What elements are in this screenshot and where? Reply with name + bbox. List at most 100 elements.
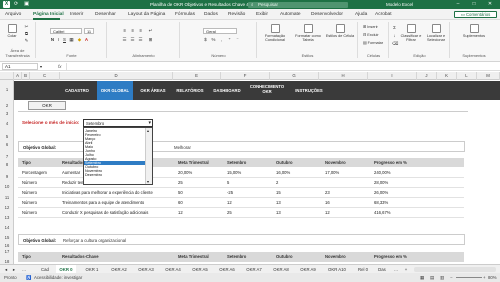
zoom-level[interactable]: 80% (488, 273, 497, 282)
cell-outubro[interactable]: 15 (276, 188, 281, 198)
cell-setembro[interactable]: 15,00% (227, 168, 241, 178)
clear-icon[interactable]: ⌫ (392, 41, 398, 46)
cell-meta[interactable]: 50 (178, 188, 183, 198)
cell-meta[interactable]: 12 (178, 208, 183, 218)
delete-cells-button[interactable]: ⊟ Excluir (363, 32, 385, 37)
menu-page-layout[interactable]: Layout da Página (128, 12, 165, 17)
month-dropdown-list[interactable]: Janeiro Fevereiro Março Abril Maio Junho… (83, 127, 153, 185)
cell-outubro[interactable]: 16,00% (276, 168, 290, 178)
autosum-icon[interactable]: Σ (392, 25, 397, 30)
cell-styles-button[interactable]: Estilos de Célula (324, 24, 356, 38)
nav-okr-areas[interactable]: OKR ÁREAS (136, 88, 170, 93)
cell-meta[interactable]: 60 (178, 198, 183, 208)
namebox-dropdown-icon[interactable]: ▾ (40, 64, 42, 69)
select-all-corner[interactable] (0, 72, 14, 80)
row-header[interactable]: 11 (0, 195, 14, 200)
paste-button[interactable]: Colar (4, 24, 20, 38)
cell-setembro[interactable]: -25 (227, 188, 233, 198)
column-header-g[interactable]: G (270, 72, 319, 80)
align-bottom-icon[interactable]: ≡ (138, 28, 143, 33)
align-right-icon[interactable]: ☰ (138, 37, 143, 42)
cell-tipo[interactable]: Número (22, 198, 37, 208)
align-top-icon[interactable]: ≡ (122, 28, 127, 33)
nav-conhecimento-okr[interactable]: CONHECIMENTO OKR (246, 84, 288, 94)
borders-icon[interactable]: ▦ (69, 37, 74, 42)
row-header[interactable]: 1 (0, 87, 14, 92)
sort-filter-button[interactable]: Classificar e Filtrar (399, 24, 423, 42)
column-header-f[interactable]: F (221, 72, 270, 80)
underline-icon[interactable]: S (62, 37, 67, 42)
accessibility-icon[interactable]: ♿ (26, 273, 31, 282)
column-header-i[interactable]: I (368, 72, 417, 80)
format-cells-button[interactable]: ▤ Formatar (363, 40, 387, 45)
fill-color-icon[interactable]: ◆ (77, 37, 82, 42)
format-painter-icon[interactable]: ✎ (24, 38, 29, 43)
menu-file[interactable]: Arquivo (5, 12, 21, 17)
row-header[interactable]: 15 (0, 235, 14, 240)
column-header-h[interactable]: H (319, 72, 368, 80)
name-box[interactable]: A1 (2, 63, 38, 70)
align-middle-icon[interactable]: ≡ (130, 28, 135, 33)
cell-resultado[interactable]: Aumentar (62, 168, 80, 178)
format-as-table-button[interactable]: Formatar como Tabela (291, 24, 325, 42)
row-header[interactable]: 7 (0, 154, 14, 159)
cell-setembro[interactable]: 5 (227, 178, 229, 188)
formula-input[interactable] (66, 63, 496, 70)
nav-dashboard[interactable]: DASHBOARD (210, 88, 244, 93)
menu-review[interactable]: Revisão (228, 12, 245, 17)
objective-value[interactable]: Melhorar (174, 145, 191, 150)
decrease-decimal-icon[interactable]: ⁻ (235, 37, 240, 42)
font-color-icon[interactable]: A (84, 37, 89, 42)
cell-tipo[interactable]: Número (22, 178, 37, 188)
wrap-text-icon[interactable]: ↵ (148, 28, 153, 33)
align-left-icon[interactable]: ☰ (122, 37, 127, 42)
page-layout-view-icon[interactable]: ▤ (430, 273, 434, 282)
cell-novembro[interactable]: 17,00% (325, 168, 339, 178)
conditional-formatting-button[interactable]: Formatação Condicional (258, 24, 292, 42)
cell-tipo[interactable]: Número (22, 188, 37, 198)
month-option[interactable]: Dezembro (84, 173, 146, 177)
zoom-slider[interactable] (456, 277, 482, 278)
scroll-down-icon[interactable]: ▾ (147, 179, 149, 184)
cell-tipo[interactable]: Porcentagem (22, 168, 47, 178)
font-size-select[interactable]: 11 (84, 28, 94, 34)
copy-icon[interactable]: ⧉ (24, 31, 29, 36)
menu-insert[interactable]: Inserir (70, 12, 83, 17)
row-header[interactable]: 14 (0, 225, 14, 230)
row-header[interactable]: 16 (0, 243, 14, 248)
objective-value[interactable]: Reforçar a cultura organizacional (63, 238, 126, 243)
row-header[interactable]: 9 (0, 174, 14, 179)
month-select[interactable]: Setembro ▾ (83, 119, 153, 127)
maximize-button[interactable]: □ (468, 0, 480, 9)
menu-help[interactable]: Ajuda (355, 12, 367, 17)
user-name[interactable]: Modelo Excel (386, 2, 413, 7)
cell-outubro[interactable]: 13 (276, 208, 281, 218)
zoom-out-icon[interactable]: − (450, 273, 453, 282)
number-format-select[interactable]: Geral (203, 28, 237, 34)
menu-automate[interactable]: Automate (280, 12, 301, 17)
bold-icon[interactable]: N (50, 37, 55, 42)
addins-button[interactable]: Suplementos (455, 24, 493, 38)
cell-resultado[interactable]: Conduzir X pesquisas de satisfação adici… (62, 208, 148, 218)
nav-instrucoes[interactable]: INSTRUÇÕES (290, 88, 328, 93)
menu-draw[interactable]: Desenhar (95, 12, 116, 17)
cell-novembro[interactable]: 23 (325, 188, 330, 198)
cell-progresso[interactable]: 416,67% (374, 208, 391, 218)
column-header-l[interactable]: L (457, 72, 477, 80)
row-header[interactable]: 4 (0, 121, 14, 126)
fill-icon[interactable]: ↓ (392, 33, 397, 38)
cell-tipo[interactable]: Número (22, 208, 37, 218)
cell-setembro[interactable]: 25 (227, 208, 232, 218)
column-header-j[interactable]: J (417, 72, 437, 80)
menu-developer[interactable]: Desenvolvedor (311, 12, 343, 17)
cell-resultado[interactable]: Iniciativas para melhorar a experiência … (62, 188, 153, 198)
column-header-a[interactable]: A (14, 72, 22, 80)
cell-novembro[interactable]: 16 (325, 198, 330, 208)
minimize-button[interactable]: – (452, 0, 464, 9)
percent-icon[interactable]: % (211, 37, 216, 42)
row-header[interactable]: 13 (0, 215, 14, 220)
cell-outubro[interactable]: 2 (276, 178, 278, 188)
menu-data[interactable]: Dados (204, 12, 218, 17)
row-header[interactable]: 6 (0, 142, 14, 147)
page-break-view-icon[interactable]: ▥ (440, 273, 444, 282)
